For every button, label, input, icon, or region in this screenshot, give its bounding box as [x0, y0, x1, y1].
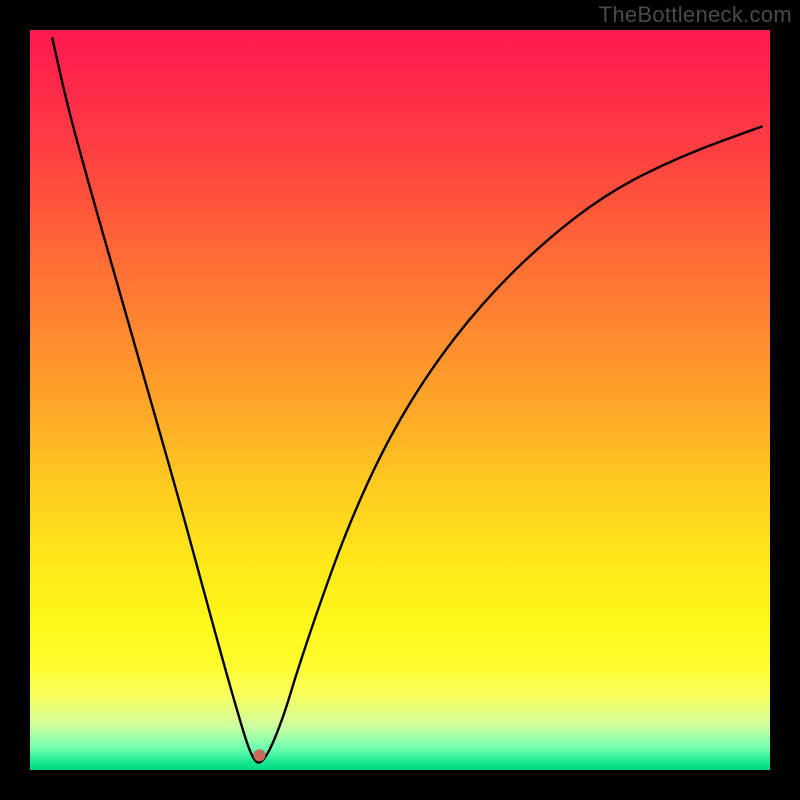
- bottleneck-curve: [52, 37, 762, 762]
- plot-area: [30, 30, 770, 770]
- optimum-marker: [253, 749, 265, 761]
- curve-svg: [30, 30, 770, 770]
- watermark-text: TheBottleneck.com: [599, 2, 792, 28]
